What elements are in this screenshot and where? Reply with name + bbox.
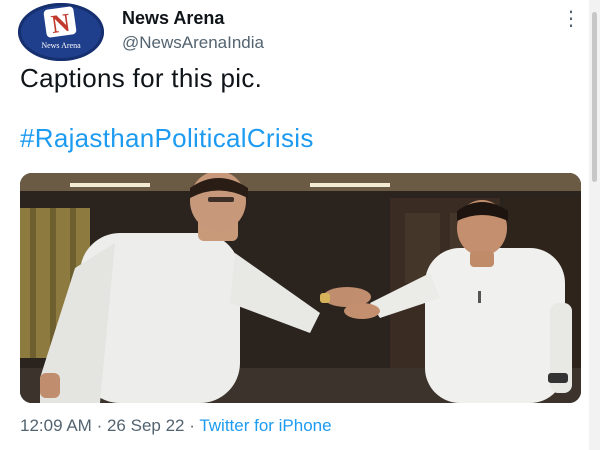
tweet-source-link[interactable]: Twitter for iPhone	[199, 416, 331, 435]
more-vertical-icon[interactable]: ⋮	[561, 9, 581, 29]
tweet-photo[interactable]	[20, 173, 581, 403]
hashtag-link[interactable]: #RajasthanPoliticalCrisis	[20, 123, 314, 154]
tweet-date[interactable]: 26 Sep 22	[107, 416, 185, 435]
author-handle[interactable]: @NewsArenaIndia	[122, 33, 264, 53]
tweet-card: News Arena News Arena @NewsArenaIndia ⋮ …	[0, 0, 600, 450]
news-arena-logo-icon	[43, 6, 77, 38]
meta-separator: ·	[96, 416, 103, 435]
avatar-brand-text: News Arena	[41, 41, 81, 50]
scrollbar-thumb[interactable]	[592, 12, 597, 182]
author-display-name[interactable]: News Arena	[122, 8, 224, 29]
tweet-text: Captions for this pic.	[20, 63, 263, 93]
meta-separator-2: ·	[189, 416, 195, 435]
avatar[interactable]: News Arena	[18, 3, 104, 61]
tweet-time[interactable]: 12:09 AM	[20, 416, 92, 435]
tweet-meta: 12:09 AM · 26 Sep 22 · Twitter for iPhon…	[20, 416, 332, 436]
